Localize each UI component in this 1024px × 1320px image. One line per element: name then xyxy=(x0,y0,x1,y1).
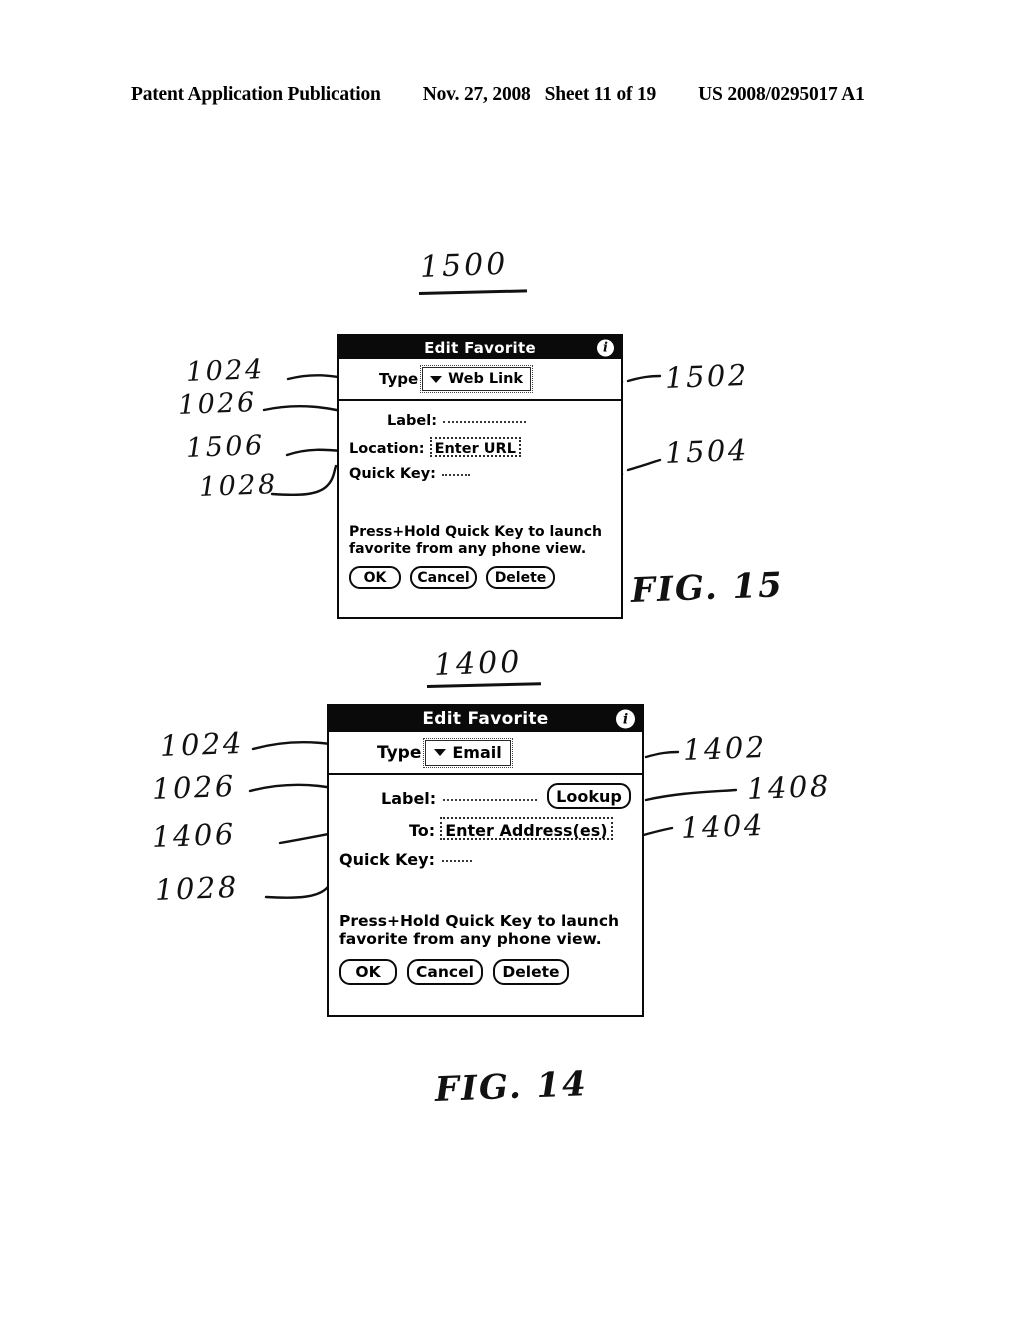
type-label: Type xyxy=(379,370,419,388)
fig14-callout-1406: 1406 xyxy=(151,816,237,854)
label-row: Label: xyxy=(349,413,609,429)
dialog-title-bar: Edit Favorite i xyxy=(329,706,642,732)
dialog-button-row: OK Cancel Delete xyxy=(349,566,609,590)
type-select-weblink[interactable]: Web Link xyxy=(420,365,534,393)
dialog-title-bar: Edit Favorite i xyxy=(339,336,621,359)
type-value: Web Link xyxy=(448,371,524,387)
fig14-callout-1404: 1404 xyxy=(680,807,766,845)
quick-key-field-label: Quick Key: xyxy=(339,850,435,869)
header-patent-number: US 2008/0295017 A1 xyxy=(698,84,865,105)
dialog-hint: Press+Hold Quick Key to launch favorite … xyxy=(349,524,609,557)
fig14-top-label: 1400 xyxy=(433,644,523,683)
fig14-callout-1028: 1028 xyxy=(154,869,240,907)
hint-line-1: Press+Hold Quick Key to launch xyxy=(349,524,602,540)
delete-button[interactable]: Delete xyxy=(493,958,569,985)
quick-key-field-label: Quick Key: xyxy=(349,466,436,482)
chevron-down-icon xyxy=(430,375,443,383)
cancel-button[interactable]: Cancel xyxy=(410,566,477,590)
to-field-label: To: xyxy=(409,821,436,840)
page-header: Patent Application Publication Nov. 27, … xyxy=(131,84,893,106)
dialog-button-row: OK Cancel Delete xyxy=(339,958,630,985)
fig14-callout-1026: 1026 xyxy=(151,768,237,806)
fig14-callout-1408: 1408 xyxy=(746,768,832,806)
type-select-email[interactable]: Email xyxy=(423,737,513,768)
fig14-callout-1402: 1402 xyxy=(682,729,768,767)
edit-favorite-dialog-weblink[interactable]: Edit Favorite i Type Web Link Label: Loc… xyxy=(337,334,623,619)
fig14-top-label-underline xyxy=(426,682,542,688)
quick-key-input[interactable] xyxy=(441,474,470,476)
fig15-top-label: 1500 xyxy=(419,246,509,285)
hint-line-2: favorite from any phone view. xyxy=(339,930,602,949)
delete-button[interactable]: Delete xyxy=(486,566,555,590)
quick-key-input[interactable] xyxy=(441,860,472,862)
lookup-button[interactable]: Lookup xyxy=(547,783,631,809)
quick-key-row: Quick Key: xyxy=(339,850,630,869)
cancel-button[interactable]: Cancel xyxy=(407,958,483,985)
header-publication: Patent Application Publication xyxy=(131,84,381,105)
fig15-caption: FIG. 15 xyxy=(630,565,785,611)
fig15-callout-1024: 1024 xyxy=(185,353,266,388)
label-input[interactable] xyxy=(443,799,537,801)
location-input[interactable]: Enter URL xyxy=(429,437,521,457)
hint-line-1: Press+Hold Quick Key to launch xyxy=(339,912,620,930)
label-input[interactable] xyxy=(443,421,527,423)
type-row: Type Email xyxy=(329,732,642,775)
header-date: Nov. 27, 2008 xyxy=(422,84,531,105)
ok-button[interactable]: OK xyxy=(349,566,401,590)
fig15-top-label-underline xyxy=(418,289,528,295)
fig15-callout-1502: 1502 xyxy=(664,357,750,395)
label-field-label: Label: xyxy=(387,413,438,429)
dialog-form-area: Label: Location: Enter URL Quick Key: Pr… xyxy=(339,401,621,590)
dialog-form-area: Label: Lookup To: Enter Address(es) Quic… xyxy=(329,775,642,985)
fig15-callout-1504: 1504 xyxy=(664,432,750,470)
hint-line-2: favorite from any phone view. xyxy=(349,540,587,557)
fig14-caption: FIG. 14 xyxy=(434,1064,589,1110)
type-row: Type Web Link xyxy=(339,359,621,401)
fig15-callout-1506: 1506 xyxy=(185,429,266,464)
fig14-callout-1024: 1024 xyxy=(159,725,245,763)
info-icon[interactable]: i xyxy=(597,339,614,356)
label-field-label: Label: xyxy=(381,789,437,808)
type-value: Email xyxy=(452,743,502,762)
fig15-callout-1028: 1028 xyxy=(198,468,279,503)
location-field-label: Location: xyxy=(349,441,425,457)
header-sheet: Sheet 11 of 19 xyxy=(544,84,657,105)
fig15-callout-1026: 1026 xyxy=(177,386,258,421)
ok-button[interactable]: OK xyxy=(339,958,397,985)
to-row: To: Enter Address(es) xyxy=(339,817,630,840)
type-label: Type xyxy=(377,742,422,763)
location-row: Location: Enter URL xyxy=(349,437,609,457)
dialog-hint: Press+Hold Quick Key to launch favorite … xyxy=(339,912,630,949)
to-input[interactable]: Enter Address(es) xyxy=(440,817,613,840)
chevron-down-icon xyxy=(434,749,447,756)
quick-key-row: Quick Key: xyxy=(349,466,609,482)
info-icon[interactable]: i xyxy=(616,709,635,729)
dialog-title: Edit Favorite xyxy=(424,338,536,357)
dialog-title: Edit Favorite xyxy=(422,709,549,729)
edit-favorite-dialog-email[interactable]: Edit Favorite i Type Email Label: Lookup… xyxy=(327,704,644,1017)
